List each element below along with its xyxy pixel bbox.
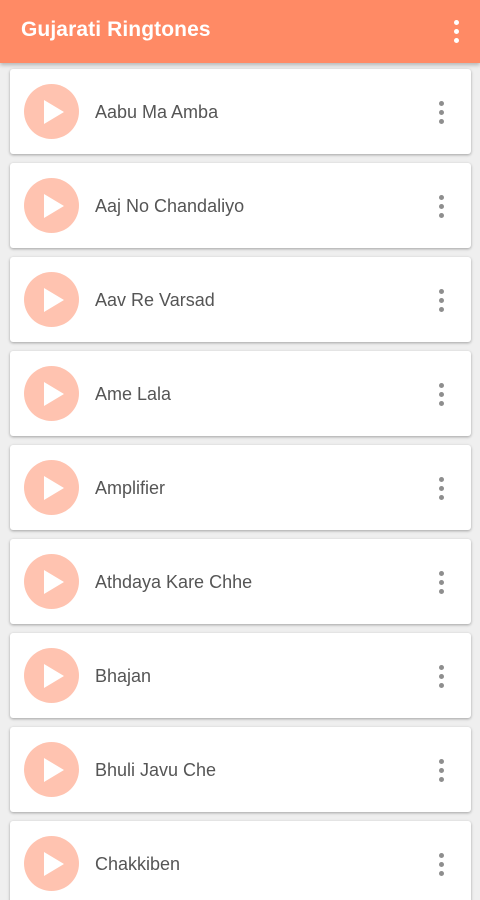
ringtone-title: Aav Re Varsad: [95, 290, 215, 310]
ringtone-title: Aabu Ma Amba: [95, 102, 219, 122]
ringtone-title: Bhuli Javu Che: [95, 760, 217, 780]
play-icon: [43, 193, 64, 218]
app-bar: Gujarati Ringtones: [0, 0, 480, 63]
more-vert-icon[interactable]: [431, 567, 451, 597]
ringtone-title: Chakkiben: [95, 854, 181, 874]
ringtone-list-item[interactable]: Bhuli Javu Che: [10, 727, 471, 812]
more-vert-icon[interactable]: [431, 473, 451, 503]
play-button[interactable]: [24, 272, 79, 327]
ringtone-list-item[interactable]: Aabu Ma Amba: [10, 69, 471, 154]
play-icon: [43, 475, 64, 500]
play-button[interactable]: [24, 554, 79, 609]
ringtone-title: Aaj No Chandaliyo: [95, 196, 245, 216]
more-vert-icon[interactable]: [431, 849, 451, 879]
play-button[interactable]: [24, 742, 79, 797]
play-button[interactable]: [24, 366, 79, 421]
play-button[interactable]: [24, 178, 79, 233]
ringtone-list-item[interactable]: Ame Lala: [10, 351, 471, 436]
play-button[interactable]: [24, 836, 79, 891]
play-icon: [43, 851, 64, 876]
play-icon: [43, 569, 64, 594]
ringtone-title: Bhajan: [95, 666, 152, 686]
play-button[interactable]: [24, 460, 79, 515]
ringtone-title: Ame Lala: [95, 384, 172, 404]
play-icon: [43, 287, 64, 312]
more-vert-icon[interactable]: [431, 285, 451, 315]
ringtone-list-item[interactable]: Athdaya Kare Chhe: [10, 539, 471, 624]
more-vert-icon[interactable]: [431, 97, 451, 127]
ringtone-list-item[interactable]: Aaj No Chandaliyo: [10, 163, 471, 248]
play-icon: [43, 381, 64, 406]
app-title: Gujarati Ringtones: [21, 18, 211, 41]
more-vert-icon[interactable]: [431, 191, 451, 221]
more-vert-icon[interactable]: [431, 755, 451, 785]
overflow-menu-icon[interactable]: [444, 16, 468, 46]
ringtone-title: Athdaya Kare Chhe: [95, 572, 253, 592]
play-button[interactable]: [24, 648, 79, 703]
more-vert-icon[interactable]: [431, 379, 451, 409]
play-button[interactable]: [24, 84, 79, 139]
play-icon: [43, 757, 64, 782]
play-icon: [43, 99, 64, 124]
ringtone-list-item[interactable]: Amplifier: [10, 445, 471, 530]
ringtone-title: Amplifier: [95, 478, 166, 498]
more-vert-icon[interactable]: [431, 661, 451, 691]
ringtone-list-item[interactable]: Aav Re Varsad: [10, 257, 471, 342]
ringtone-list-item[interactable]: Chakkiben: [10, 821, 471, 900]
ringtone-list-item[interactable]: Bhajan: [10, 633, 471, 718]
play-icon: [43, 663, 64, 688]
app-screen: Gujarati Ringtones Aabu Ma Amba Aaj No Ch…: [0, 0, 480, 900]
